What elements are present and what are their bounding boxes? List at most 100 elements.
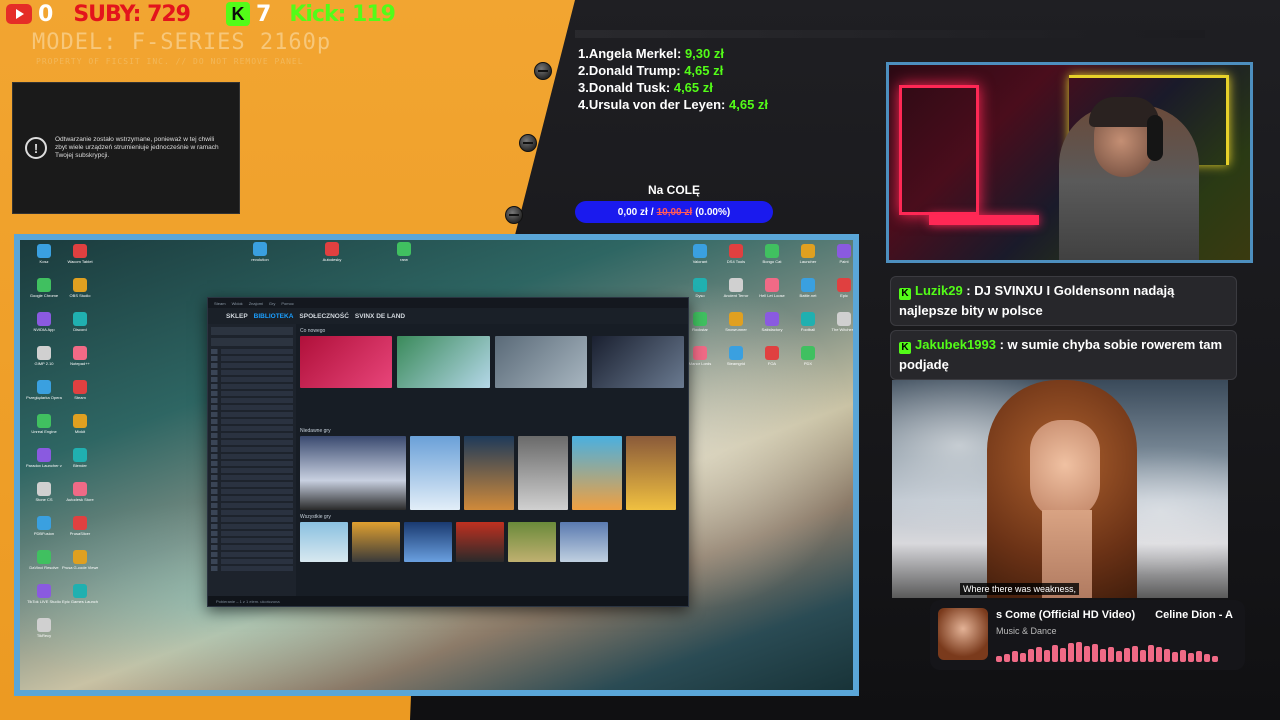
download-status[interactable]: Pobieranie – 1 z 1 elem. ukończona	[208, 596, 688, 606]
library-game-row[interactable]	[211, 419, 293, 424]
desktop-icon[interactable]: Paradox Launcher v2	[26, 448, 62, 468]
library-game-row[interactable]	[211, 412, 293, 417]
desktop-icon[interactable]: Steamgrid	[718, 346, 754, 366]
desktop-icon[interactable]: Launcher	[790, 244, 826, 264]
menu-item[interactable]: Gry	[269, 301, 275, 306]
library-game-row[interactable]	[211, 356, 293, 361]
library-game-row[interactable]	[211, 510, 293, 515]
library-game-row[interactable]	[211, 475, 293, 480]
desktop-icon[interactable]: Prusa G-code Viewer	[62, 550, 98, 570]
desktop-icon[interactable]: Wacom Tablet	[62, 244, 98, 264]
library-game-row[interactable]	[211, 377, 293, 382]
desktop-icon[interactable]: Hell Let Loose	[754, 278, 790, 298]
desktop-icon[interactable]: Battle.net	[790, 278, 826, 298]
desktop-icon[interactable]: Autodesky	[314, 242, 350, 262]
desktop-icon[interactable]: Steam	[62, 380, 98, 400]
library-game-row[interactable]	[211, 349, 293, 354]
desktop-icon[interactable]: Epic	[826, 278, 853, 298]
game-tile[interactable]	[456, 522, 504, 562]
desktop-icon[interactable]: Google Chrome	[26, 278, 62, 298]
library-game-row[interactable]	[211, 531, 293, 536]
game-tile[interactable]	[626, 436, 676, 510]
game-tile[interactable]	[300, 522, 348, 562]
library-game-row[interactable]	[211, 559, 293, 564]
library-game-row[interactable]	[211, 545, 293, 550]
news-card[interactable]	[300, 336, 393, 388]
desktop-icon[interactable]: The Witcher 3	[826, 312, 853, 332]
library-game-row[interactable]	[211, 517, 293, 522]
library-game-row[interactable]	[211, 552, 293, 557]
desktop-icon[interactable]: Kosz	[26, 244, 62, 264]
menu-item[interactable]: Znajomi	[249, 301, 263, 306]
game-tile[interactable]	[560, 522, 608, 562]
library-game-row[interactable]	[211, 461, 293, 466]
desktop-icon[interactable]: Blender	[62, 448, 98, 468]
library-game-row[interactable]	[211, 384, 293, 389]
library-game-row[interactable]	[211, 538, 293, 543]
tab-community[interactable]: SPOŁECZNOŚĆ	[299, 313, 348, 320]
game-tile[interactable]	[300, 436, 406, 510]
library-game-row[interactable]	[211, 440, 293, 445]
game-tile[interactable]	[508, 522, 556, 562]
library-game-row[interactable]	[211, 524, 293, 529]
library-game-row[interactable]	[211, 482, 293, 487]
desktop-icon[interactable]: OBS Studio	[62, 278, 98, 298]
desktop-icon[interactable]: TikTok LIVE Studio	[26, 584, 62, 604]
news-card[interactable]	[494, 336, 587, 388]
desktop-icon[interactable]: TikRecy	[26, 618, 62, 638]
library-game-row[interactable]	[211, 363, 293, 368]
menu-item[interactable]: Pomoc	[281, 301, 293, 306]
game-tile[interactable]	[410, 436, 460, 510]
desktop-icon[interactable]: Valorant	[682, 244, 718, 264]
library-game-row[interactable]	[211, 489, 293, 494]
game-tile[interactable]	[352, 522, 400, 562]
game-tile[interactable]	[518, 436, 568, 510]
steam-window[interactable]: Steam Widok Znajomi Gry Pomoc SKLEP BIBL…	[207, 297, 689, 607]
desktop-icon[interactable]: Przeglądarka Opera	[26, 380, 62, 400]
library-game-row[interactable]	[211, 370, 293, 375]
menu-item[interactable]: Steam	[214, 301, 226, 306]
library-game-row[interactable]	[211, 398, 293, 403]
library-game-row[interactable]	[211, 496, 293, 501]
desktop-icon[interactable]: Bongo Cat	[754, 244, 790, 264]
desktop-icon[interactable]: NVIDIA App	[26, 312, 62, 332]
desktop-icon[interactable]: GIMP 2.10	[26, 346, 62, 366]
desktop-icon[interactable]: Ancient Terror	[718, 278, 754, 298]
news-card[interactable]	[591, 336, 684, 388]
desktop-icon[interactable]: Unreal Engine	[26, 414, 62, 434]
desktop-icon[interactable]: Satisfactory	[754, 312, 790, 332]
library-game-row[interactable]	[211, 447, 293, 452]
game-tile[interactable]	[464, 436, 514, 510]
desktop-icon[interactable]: Snowrunner	[718, 312, 754, 332]
tab-profile[interactable]: SVINX DE LAND	[355, 313, 405, 320]
desktop-icon[interactable]: DS4 Tools	[718, 244, 754, 264]
desktop-icon[interactable]: PDBFusion	[26, 516, 62, 536]
desktop-icon[interactable]: Stone CS	[26, 482, 62, 502]
library-search[interactable]	[211, 327, 293, 335]
library-game-row[interactable]	[211, 405, 293, 410]
desktop-icon[interactable]: Mixkit	[62, 414, 98, 434]
desktop-icon[interactable]: PrusaSlicer	[62, 516, 98, 536]
desktop-icon[interactable]: Epic Games Launcher	[62, 584, 98, 604]
game-tile[interactable]	[572, 436, 622, 510]
library-game-row[interactable]	[211, 391, 293, 396]
desktop-icon[interactable]: DaVinci Resolve	[26, 550, 62, 570]
tab-library[interactable]: BIBLIOTEKA	[254, 313, 294, 320]
desktop-icon[interactable]: Dyso	[682, 278, 718, 298]
library-game-row[interactable]	[211, 426, 293, 431]
desktop-icon[interactable]: PDX	[790, 346, 826, 366]
desktop-icon[interactable]: Notepad++	[62, 346, 98, 366]
library-filter[interactable]	[211, 338, 293, 346]
tab-store[interactable]: SKLEP	[226, 313, 248, 320]
desktop-icon[interactable]: FOA	[754, 346, 790, 366]
news-card[interactable]	[397, 336, 490, 388]
menu-item[interactable]: Widok	[232, 301, 243, 306]
library-game-row[interactable]	[211, 468, 293, 473]
desktop-icon[interactable]: rarw	[386, 242, 422, 262]
desktop-icon[interactable]: Paint	[826, 244, 853, 264]
desktop-icon[interactable]: revolution	[242, 242, 278, 262]
desktop-icon[interactable]: Discord	[62, 312, 98, 332]
library-game-row[interactable]	[211, 503, 293, 508]
library-game-row[interactable]	[211, 433, 293, 438]
desktop-icon[interactable]: Football	[790, 312, 826, 332]
